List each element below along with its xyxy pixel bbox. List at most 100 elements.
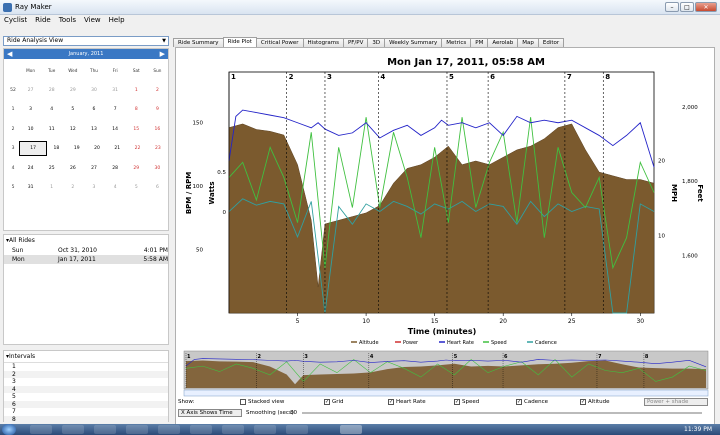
calendar-day[interactable]: 21 xyxy=(107,146,127,151)
overview-scrollbar[interactable] xyxy=(183,389,709,397)
view-select[interactable]: Ride Analysis View ▼ xyxy=(3,36,169,46)
calendar-day[interactable]: 10 xyxy=(20,127,41,132)
prev-month-icon[interactable]: ◀ xyxy=(7,49,12,59)
menu-view[interactable]: View xyxy=(84,15,101,26)
calendar-day[interactable]: 3 xyxy=(83,185,104,190)
menu-ride[interactable]: Ride xyxy=(35,15,51,26)
interval-item[interactable]: 8 xyxy=(4,415,168,423)
calendar-day[interactable]: 11 xyxy=(41,127,62,132)
speed-checkbox[interactable]: ✓ Speed xyxy=(454,399,479,405)
taskbar-app[interactable] xyxy=(62,425,84,434)
tab-metrics[interactable]: Metrics xyxy=(441,38,472,47)
tab-ride-plot[interactable]: Ride Plot xyxy=(222,37,257,47)
menu-tools[interactable]: Tools xyxy=(59,15,76,26)
calendar-day[interactable]: 27 xyxy=(83,166,104,171)
tab-histograms[interactable]: Histograms xyxy=(302,38,344,47)
calendar-day[interactable]: 1 xyxy=(126,88,147,93)
cadence-checkbox[interactable]: ✓ Cadence xyxy=(516,399,548,405)
menu-help[interactable]: Help xyxy=(109,15,125,26)
calendar-day[interactable]: 30 xyxy=(83,88,104,93)
taskbar-app[interactable] xyxy=(94,425,116,434)
taskbar-app[interactable] xyxy=(190,425,212,434)
interval-item[interactable]: 1 xyxy=(4,363,168,371)
calendar-day[interactable]: 15 xyxy=(126,127,147,132)
altitude-checkbox[interactable]: ✓ Altitude xyxy=(580,399,610,405)
heart-rate-checkbox[interactable]: ✓ Heart Rate xyxy=(388,399,426,405)
calendar-day[interactable]: 8 xyxy=(126,107,147,112)
calendar-day[interactable]: 24 xyxy=(20,166,41,171)
menu-cyclist[interactable]: Cyclist xyxy=(4,15,27,26)
calendar-day[interactable]: 20 xyxy=(87,146,107,151)
interval-item[interactable]: 5 xyxy=(4,393,168,401)
interval-item[interactable]: 3 xyxy=(4,378,168,386)
smoothing-slider[interactable] xyxy=(302,412,702,414)
calendar-day[interactable]: 31 xyxy=(20,185,41,190)
interval-item[interactable]: 6 xyxy=(4,400,168,408)
calendar-day[interactable]: 6 xyxy=(147,185,168,190)
maximize-button[interactable]: □ xyxy=(680,2,694,12)
calendar-day[interactable]: 28 xyxy=(105,166,126,171)
tab-editor[interactable]: Editor xyxy=(537,38,565,47)
y-axis-label-feet: Feet xyxy=(696,184,704,202)
calendar-day[interactable]: 5 xyxy=(126,185,147,190)
calendar-day[interactable]: 19 xyxy=(67,146,87,151)
tab-critical-power[interactable]: Critical Power xyxy=(255,38,304,47)
calendar-day[interactable]: 22 xyxy=(127,146,147,151)
tab-map[interactable]: Map xyxy=(517,38,539,47)
ride-item[interactable]: Sun Oct 31, 2010 4:01 PM xyxy=(4,246,168,255)
calendar-day[interactable]: 29 xyxy=(126,166,147,171)
grid-checkbox[interactable]: ✓ Grid xyxy=(324,399,344,405)
next-month-icon[interactable]: ▶ xyxy=(160,49,165,59)
calendar-day[interactable]: 26 xyxy=(62,166,83,171)
taskbar-app[interactable] xyxy=(126,425,148,434)
calendar-day[interactable]: 23 xyxy=(148,146,168,151)
taskbar-app[interactable] xyxy=(254,425,276,434)
tab-weekly-summary[interactable]: Weekly Summary xyxy=(384,38,443,47)
calendar-day[interactable]: 18 xyxy=(46,146,66,151)
calendar-day[interactable]: 14 xyxy=(105,127,126,132)
calendar-day[interactable]: 5 xyxy=(62,107,83,112)
taskbar-app[interactable] xyxy=(222,425,244,434)
taskbar-app[interactable] xyxy=(30,425,52,434)
tab-pfpv[interactable]: PF/PV xyxy=(342,38,369,47)
calendar-day[interactable]: 2 xyxy=(147,88,168,93)
calendar-day[interactable]: 25 xyxy=(41,166,62,171)
calendar-day[interactable]: 4 xyxy=(41,107,62,112)
calendar-day[interactable]: 13 xyxy=(83,127,104,132)
calendar-day[interactable]: 30 xyxy=(147,166,168,171)
calendar-day[interactable]: 9 xyxy=(147,107,168,112)
tab-aerolab[interactable]: Aerolab xyxy=(487,38,519,47)
calendar-day[interactable]: 6 xyxy=(83,107,104,112)
taskbar-app[interactable] xyxy=(286,425,308,434)
tab-3d[interactable]: 3D xyxy=(367,38,386,47)
overview-interval-label: 7 xyxy=(598,354,602,360)
calendar-day[interactable]: 2 xyxy=(62,185,83,190)
minimize-button[interactable]: – xyxy=(665,2,679,12)
taskbar-app-active[interactable] xyxy=(340,425,362,434)
title-bar: Ray Maker – □ ✕ xyxy=(0,0,720,15)
calendar-day[interactable]: 4 xyxy=(105,185,126,190)
shade-select[interactable]: Power + shade xyxy=(644,398,708,406)
interval-item[interactable]: 2 xyxy=(4,370,168,378)
taskbar-app[interactable] xyxy=(158,425,180,434)
calendar-day[interactable]: 17 xyxy=(18,141,48,157)
x-axis-select[interactable]: X Axis Shows Time xyxy=(178,409,242,417)
calendar-day[interactable]: 3 xyxy=(20,107,41,112)
calendar-day[interactable]: 31 xyxy=(105,88,126,93)
calendar-day[interactable]: 27 xyxy=(20,88,41,93)
tab-pm[interactable]: PM xyxy=(470,38,489,47)
calendar-day[interactable]: 16 xyxy=(147,127,168,132)
interval-item[interactable]: 7 xyxy=(4,408,168,416)
tab-ride-summary[interactable]: Ride Summary xyxy=(173,38,224,47)
calendar-day[interactable]: 12 xyxy=(62,127,83,132)
close-button[interactable]: ✕ xyxy=(695,2,717,12)
ride-plot-chart[interactable]: Mon Jan 17, 2011, 05:58 AM 1 2 3 4 5 6 7 85 10 15… xyxy=(176,48,714,398)
calendar-day[interactable]: 28 xyxy=(41,88,62,93)
stacked-view-checkbox[interactable]: Stacked view xyxy=(240,399,284,405)
calendar-day[interactable]: 29 xyxy=(62,88,83,93)
calendar-day[interactable]: 7 xyxy=(105,107,126,112)
start-button[interactable] xyxy=(2,424,16,435)
ride-item[interactable]: Mon Jan 17, 2011 5:58 AM xyxy=(4,255,168,264)
calendar-day[interactable]: 1 xyxy=(41,185,62,190)
interval-item[interactable]: 4 xyxy=(4,385,168,393)
